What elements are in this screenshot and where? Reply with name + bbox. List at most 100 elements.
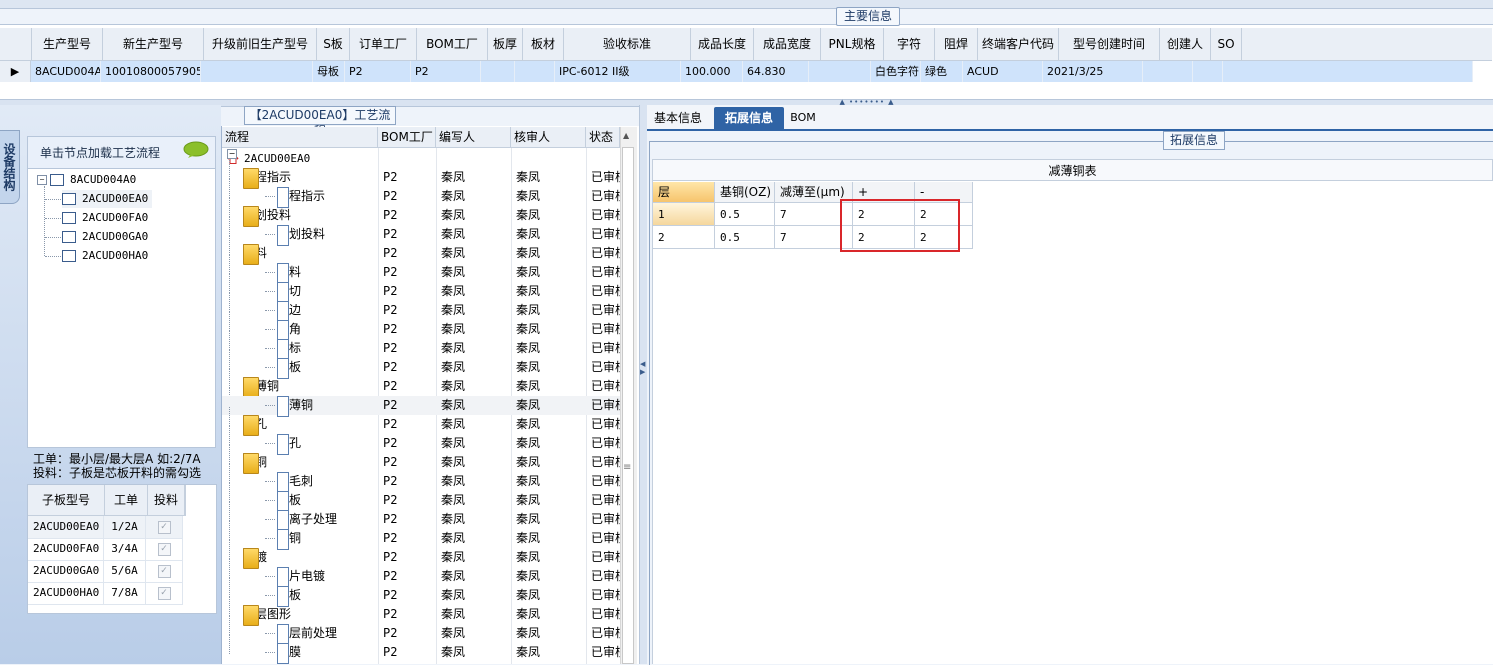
main-info-cell[interactable]: 白色字符 (871, 61, 921, 82)
main-info-cell[interactable]: 2021/3/25 (1043, 61, 1143, 82)
process-row[interactable]: 裁切 P2 秦凤 秦凤 已审核 (222, 282, 627, 303)
main-info-col-header[interactable]: 型号创建时间 (1059, 28, 1160, 60)
main-info-cell[interactable]: 100.000 (681, 61, 743, 82)
splitter-arrows-icon[interactable]: ◀ ▶ (640, 360, 645, 376)
main-info-col-header[interactable]: 成品长度 (691, 28, 754, 60)
sub-board-cell[interactable]: 5/6A (104, 560, 146, 582)
process-col-header[interactable]: 状态 (586, 127, 620, 147)
main-info-col-header[interactable]: PNL规格 (821, 28, 884, 60)
main-info-col-header[interactable]: 生产型号 (32, 28, 103, 60)
sub-board-col-header[interactable]: 投料 (148, 485, 185, 515)
collapse-toggle-icon[interactable]: − (227, 149, 237, 159)
sub-board-row[interactable]: 2ACUD00HA0 7/8A ✓ (28, 582, 183, 605)
process-row[interactable]: 打标 P2 秦凤 秦凤 已审核 (222, 339, 627, 360)
process-col-header[interactable]: 核审人 (511, 127, 586, 147)
main-info-cell[interactable]: ACUD (963, 61, 1043, 82)
sub-board-cell[interactable]: 7/8A (104, 582, 146, 604)
sub-board-cell[interactable]: 1/2A (104, 516, 146, 538)
sub-board-cell[interactable]: 2ACUD00GA0 (28, 560, 104, 582)
row-indicator-icon[interactable]: ▶ (0, 61, 31, 82)
main-info-col-header[interactable]: 板材 (523, 28, 564, 60)
thin-col-header[interactable]: 层 (653, 182, 715, 203)
process-row[interactable]: 磨板 P2 秦凤 秦凤 已审核 (222, 586, 627, 607)
sub-board-cell[interactable]: 2ACUD00EA0 (28, 516, 104, 538)
checkbox-checked-icon[interactable]: ✓ (157, 564, 171, 578)
main-info-col-header[interactable]: 创建人 (1160, 28, 1211, 60)
main-info-cell[interactable] (515, 61, 555, 82)
main-info-cell[interactable]: P2 (411, 61, 481, 82)
tab-extended-info[interactable]: 拓展信息 (714, 107, 784, 129)
process-row[interactable]: 钻孔 P2 秦凤 秦凤 已审核 (222, 434, 627, 455)
checkbox-checked-icon[interactable]: ✓ (157, 542, 171, 556)
main-info-col-header[interactable]: 板厚 (488, 28, 523, 60)
main-info-cell[interactable]: 10010800057905 (101, 61, 201, 82)
process-row[interactable]: 圆角 P2 秦凤 秦凤 已审核 (222, 320, 627, 341)
process-row[interactable]: 烘板 P2 秦凤 秦凤 已审核 (222, 491, 627, 512)
process-col-header[interactable]: BOM工厂 (378, 127, 436, 147)
main-info-cell[interactable] (481, 61, 515, 82)
process-row[interactable]: 内层前处理 P2 秦凤 秦凤 已审核 (222, 624, 627, 645)
main-info-cell[interactable]: 母板 (313, 61, 345, 82)
process-row[interactable]: 等离子处理 P2 秦凤 秦凤 已审核 (222, 510, 627, 531)
main-info-col-header[interactable]: 成品宽度 (754, 28, 821, 60)
main-info-col-header[interactable]: SO (1211, 28, 1242, 60)
main-info-cell[interactable] (1193, 61, 1223, 82)
main-info-cell[interactable]: P2 (345, 61, 411, 82)
sub-board-cell[interactable]: 2ACUD00HA0 (28, 582, 104, 604)
main-info-cell[interactable]: 64.830 (743, 61, 809, 82)
collapse-toggle-icon[interactable]: − (37, 175, 47, 185)
process-row[interactable]: 贴膜 P2 秦凤 秦凤 已审核 (222, 643, 627, 664)
main-info-cell[interactable]: 绿色 (921, 61, 963, 82)
process-row[interactable]: 减薄铜 P2 秦凤 秦凤 已审核 (222, 396, 627, 417)
process-col-header[interactable]: 流程 (222, 127, 378, 147)
checkbox-checked-icon[interactable]: ✓ (157, 520, 171, 534)
main-info-col-header[interactable]: 升级前旧生产型号 (204, 28, 317, 60)
main-info-cell[interactable] (809, 61, 871, 82)
sub-board-cell[interactable]: 3/4A (104, 538, 146, 560)
main-info-cell[interactable]: IPC-6012 II级 (555, 61, 681, 82)
thin-cell[interactable]: 0.5 (715, 226, 775, 249)
process-row[interactable]: −开料P2秦凤秦凤已审核 (222, 244, 627, 265)
tree-node-child[interactable]: 2ACUD00GA0 (62, 228, 148, 246)
main-info-col-header[interactable]: 验收标准 (564, 28, 691, 60)
main-info-col-header[interactable]: S板 (317, 28, 350, 60)
tab-device-structure[interactable]: 设备结构 (0, 130, 20, 204)
tab-bom[interactable]: BOM (788, 107, 818, 129)
scroll-up-arrow-icon[interactable]: ▲ (623, 131, 629, 140)
thin-cell[interactable]: 0.5 (715, 203, 775, 226)
tree-node-child[interactable]: 2ACUD00EA0 (62, 190, 153, 208)
process-row[interactable]: 磨边 P2 秦凤 秦凤 已审核 (222, 301, 627, 322)
process-row[interactable]: 沉铜 P2 秦凤 秦凤 已审核 (222, 529, 627, 550)
process-row[interactable]: 流程指示 P2 秦凤 秦凤 已审核 (222, 187, 627, 208)
scroll-grip-icon[interactable]: ≡ (623, 462, 631, 473)
main-info-col-header[interactable]: 终端客户代码 (978, 28, 1059, 60)
checkbox-checked-icon[interactable]: ✓ (157, 586, 171, 600)
sub-board-cell[interactable]: ✓ (146, 582, 183, 604)
main-info-row[interactable]: ▶8ACUD004A010010800057905母板P2P2IPC-6012 … (0, 61, 1473, 82)
scrollbar-thumb[interactable] (622, 147, 634, 664)
sub-board-row[interactable]: 2ACUD00FA0 3/4A ✓ (28, 538, 183, 561)
process-row[interactable]: 开料 P2 秦凤 秦凤 已审核 (222, 263, 627, 284)
main-info-col-header[interactable]: BOM工厂 (417, 28, 488, 60)
process-root-row[interactable]: −2ACUD00EA0 (222, 149, 620, 168)
process-row[interactable]: 负片电镀 P2 秦凤 秦凤 已审核 (222, 567, 627, 588)
sub-board-cell[interactable]: 2ACUD00FA0 (28, 538, 104, 560)
main-info-cell[interactable] (201, 61, 313, 82)
sub-board-cell[interactable]: ✓ (146, 560, 183, 582)
sub-board-cell[interactable]: ✓ (146, 538, 183, 560)
thin-cell[interactable]: 1 (653, 203, 715, 226)
process-row[interactable]: −计划投料P2秦凤秦凤已审核 (222, 206, 627, 227)
process-row[interactable]: −沉铜P2秦凤秦凤已审核 (222, 453, 627, 474)
process-row[interactable]: −内层图形P2秦凤秦凤已审核 (222, 605, 627, 626)
tree-node-root[interactable]: − 8ACUD004A0 (37, 171, 136, 189)
main-info-col-header[interactable]: 阻焊 (935, 28, 978, 60)
process-row[interactable]: 去毛刺 P2 秦凤 秦凤 已审核 (222, 472, 627, 493)
tree-node-child[interactable]: 2ACUD00HA0 (62, 247, 148, 265)
process-row[interactable]: 烘板 P2 秦凤 秦凤 已审核 (222, 358, 627, 379)
tab-basic-info[interactable]: 基本信息 (648, 107, 708, 129)
process-row[interactable]: 计划投料 P2 秦凤 秦凤 已审核 (222, 225, 627, 246)
sub-board-col-header[interactable]: 工单 (105, 485, 148, 515)
thin-cell[interactable]: 2 (653, 226, 715, 249)
main-info-col-header[interactable]: 字符 (884, 28, 935, 60)
thin-col-header[interactable]: 基铜(OZ) (715, 182, 775, 203)
